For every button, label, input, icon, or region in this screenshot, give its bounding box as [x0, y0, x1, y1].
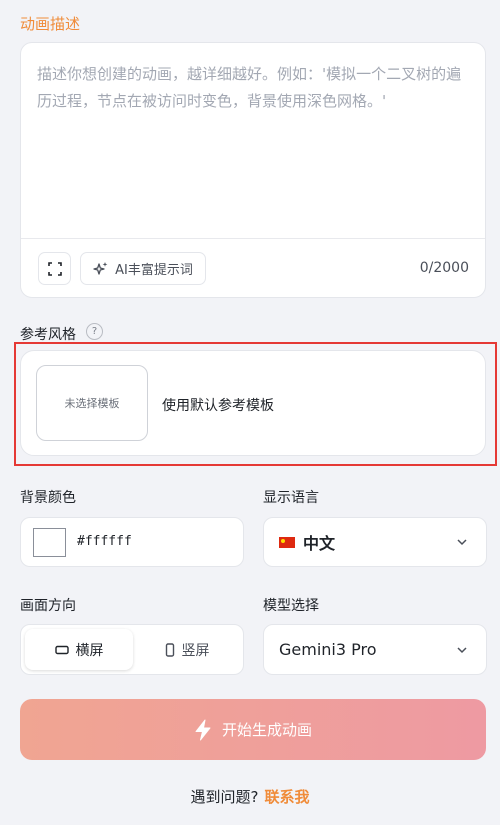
- color-value[interactable]: #ffffff: [77, 534, 132, 549]
- landscape-option[interactable]: 横屏: [25, 629, 133, 670]
- portrait-option[interactable]: 竖屏: [133, 629, 241, 670]
- model-select[interactable]: Gemini3 Pro: [263, 624, 487, 675]
- lightning-icon: [195, 719, 211, 740]
- sparkle-icon: [93, 261, 108, 275]
- description-textarea[interactable]: 描述你想创建的动画，越详细越好。例如：'模拟一个二叉树的遍历过程，节点在被访问时…: [20, 42, 486, 298]
- language-value: 中文: [303, 534, 336, 553]
- help-icon[interactable]: ?: [86, 323, 103, 340]
- chevron-down-icon: [457, 539, 467, 546]
- style-label: 参考风格: [20, 327, 76, 343]
- orientation-toggle: 横屏 竖屏: [20, 624, 244, 675]
- model-value: Gemini3 Pro: [279, 640, 377, 659]
- language-select[interactable]: 中文: [263, 517, 487, 567]
- chevron-down-icon: [457, 646, 467, 653]
- background-color-field[interactable]: #ffffff: [20, 517, 244, 567]
- help-question: 遇到问题?: [190, 788, 259, 806]
- background-color-label: 背景颜色: [20, 490, 76, 506]
- description-label: 动画描述: [20, 15, 81, 33]
- help-row: 遇到问题? 联系我: [0, 786, 500, 807]
- highlight-box: [14, 342, 497, 466]
- description-placeholder[interactable]: 描述你想创建的动画，越详细越好。例如：'模拟一个二叉树的遍历过程，节点在被访问时…: [37, 61, 471, 115]
- fullscreen-button[interactable]: [38, 252, 71, 285]
- portrait-label: 竖屏: [181, 642, 210, 659]
- portrait-icon: [165, 642, 174, 657]
- landscape-label: 横屏: [75, 642, 104, 659]
- orientation-label: 画面方向: [20, 598, 76, 614]
- generate-button[interactable]: 开始生成动画: [20, 699, 486, 760]
- contact-link[interactable]: 联系我: [264, 788, 309, 806]
- model-label: 模型选择: [263, 598, 319, 614]
- fullscreen-icon: [47, 261, 62, 276]
- generate-label: 开始生成动画: [221, 722, 312, 739]
- language-label: 显示语言: [263, 490, 319, 506]
- char-counter: 0/2000: [419, 260, 469, 276]
- ai-enrich-label: AI丰富提示词: [115, 263, 193, 278]
- color-swatch[interactable]: [33, 528, 66, 557]
- landscape-icon: [54, 645, 69, 654]
- ai-enrich-button[interactable]: AI丰富提示词: [80, 252, 206, 285]
- china-flag-icon: [279, 536, 295, 548]
- divider: [21, 238, 485, 239]
